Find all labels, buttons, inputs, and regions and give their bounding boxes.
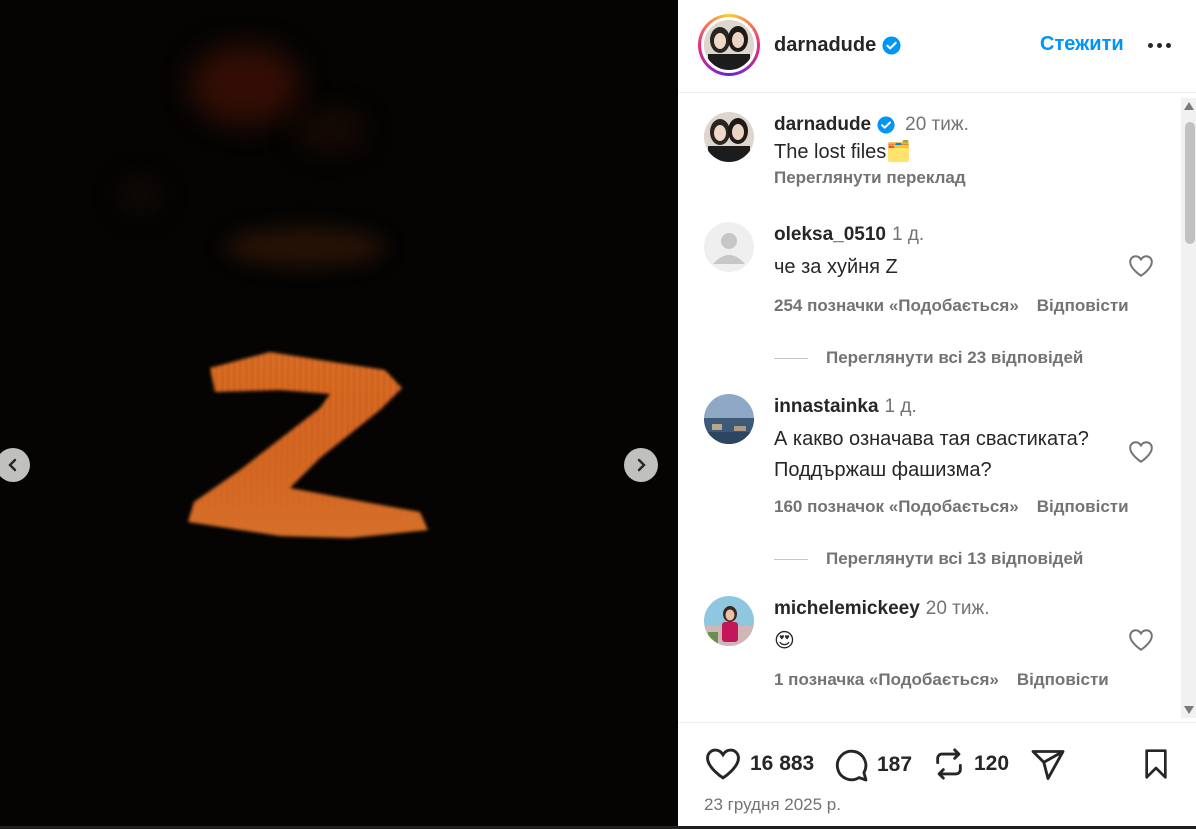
caption-text: The lost files🗂️ <box>774 138 969 166</box>
post-side-panel: darnadude Стежити darnadude 20 тиж. The … <box>678 0 1196 826</box>
comment-text: А какво означава тая свастиката? Поддърж… <box>774 428 1089 481</box>
comments-count[interactable]: 187 <box>877 753 912 777</box>
avatar-photo <box>704 596 754 646</box>
repost-icon[interactable] <box>932 747 966 781</box>
commenter-avatar[interactable] <box>704 596 754 646</box>
scroll-up-arrow-icon[interactable] <box>1184 102 1194 110</box>
like-comment-heart-icon[interactable] <box>1128 254 1154 278</box>
like-button[interactable]: 16 883 <box>704 747 814 781</box>
author-avatar-small[interactable] <box>704 112 754 162</box>
like-comment-heart-icon[interactable] <box>1128 440 1154 464</box>
verified-badge-icon <box>882 36 901 55</box>
share-button[interactable] <box>1030 747 1066 783</box>
repost-button[interactable]: 120 <box>932 747 1009 781</box>
next-slide-button[interactable] <box>624 448 658 482</box>
burning-z-image <box>188 352 428 538</box>
comment-meta: 1 позначка «Подобається» Відповісти <box>774 670 1109 690</box>
comment-text: че за хуйня Z <box>774 256 898 278</box>
default-avatar-icon[interactable] <box>704 222 754 272</box>
more-options-icon[interactable] <box>1144 30 1174 60</box>
like-comment-heart-icon[interactable] <box>1128 628 1154 652</box>
commenter-avatar[interactable] <box>704 394 754 444</box>
view-replies-label[interactable]: Переглянути всі 13 відповідей <box>826 549 1083 569</box>
comment-username[interactable]: oleksa_0510 <box>774 224 886 245</box>
verified-badge-icon <box>877 116 895 134</box>
media-glow <box>190 45 300 125</box>
comment-likes-count[interactable]: 254 позначки «Подобається» <box>774 296 1019 315</box>
comments-scrollbar[interactable] <box>1181 98 1196 718</box>
comment-meta: 254 позначки «Подобається» Відповісти <box>774 296 1129 316</box>
reposts-count[interactable]: 120 <box>974 752 1009 776</box>
heart-icon[interactable] <box>704 747 742 781</box>
post-media <box>0 0 678 826</box>
comment-meta: 160 позначок «Подобається» Відповісти <box>774 497 1129 517</box>
comment-time[interactable]: 20 тиж. <box>926 598 990 619</box>
reply-button[interactable]: Відповісти <box>1037 296 1129 315</box>
see-translation-link[interactable]: Переглянути переклад <box>774 168 969 188</box>
chevron-right-icon <box>637 458 646 472</box>
comment-time[interactable]: 1 д. <box>892 224 924 245</box>
comment-bubble-icon[interactable] <box>833 747 869 783</box>
media-glow <box>120 180 160 210</box>
comments-list[interactable]: darnadude 20 тиж. The lost files🗂️ Перег… <box>678 94 1196 722</box>
view-replies-button[interactable]: Переглянути всі 13 відповідей <box>774 549 1083 569</box>
caption-username[interactable]: darnadude <box>774 114 871 136</box>
send-icon[interactable] <box>1030 747 1066 783</box>
avatar-photo <box>704 394 754 444</box>
author-username[interactable]: darnadude <box>774 34 901 57</box>
avatar-photo <box>704 20 754 70</box>
scroll-down-arrow-icon[interactable] <box>1184 706 1194 714</box>
comment-username[interactable]: michelemickeey <box>774 598 920 619</box>
reply-button[interactable]: Відповісти <box>1017 670 1109 689</box>
reply-button[interactable]: Відповісти <box>1037 497 1129 516</box>
comment-username[interactable]: innastainka <box>774 396 879 417</box>
post-actions-bar: 16 883 187 120 23 грудня 2025 р. <box>678 722 1196 826</box>
media-glow <box>225 228 385 266</box>
comment-time[interactable]: 1 д. <box>885 396 917 417</box>
likes-count[interactable]: 16 883 <box>750 752 814 776</box>
previous-slide-button[interactable] <box>0 448 30 482</box>
chevron-left-icon <box>8 458 17 472</box>
username-text[interactable]: darnadude <box>774 34 876 57</box>
caption-time[interactable]: 20 тиж. <box>905 114 969 136</box>
caption-text-content: The lost files <box>774 141 887 163</box>
media-glow <box>295 110 365 150</box>
post-date[interactable]: 23 грудня 2025 р. <box>704 795 841 815</box>
view-replies-button[interactable]: Переглянути всі 23 відповідей <box>774 348 1083 368</box>
avatar-photo <box>704 112 754 162</box>
comment-button[interactable]: 187 <box>833 747 912 783</box>
follow-button[interactable]: Стежити <box>1040 33 1124 56</box>
comment-text: 😍 <box>774 630 795 652</box>
folder-emoji-icon: 🗂️ <box>886 141 912 163</box>
author-avatar[interactable] <box>698 14 760 76</box>
save-button[interactable] <box>1140 747 1172 781</box>
view-replies-label[interactable]: Переглянути всі 23 відповідей <box>826 348 1083 368</box>
bookmark-icon[interactable] <box>1140 747 1172 781</box>
comment-likes-count[interactable]: 1 позначка «Подобається» <box>774 670 999 689</box>
scroll-thumb[interactable] <box>1185 122 1195 244</box>
post-header: darnadude Стежити <box>678 0 1196 93</box>
person-silhouette-icon <box>713 233 745 264</box>
comment-likes-count[interactable]: 160 позначок «Подобається» <box>774 497 1019 516</box>
